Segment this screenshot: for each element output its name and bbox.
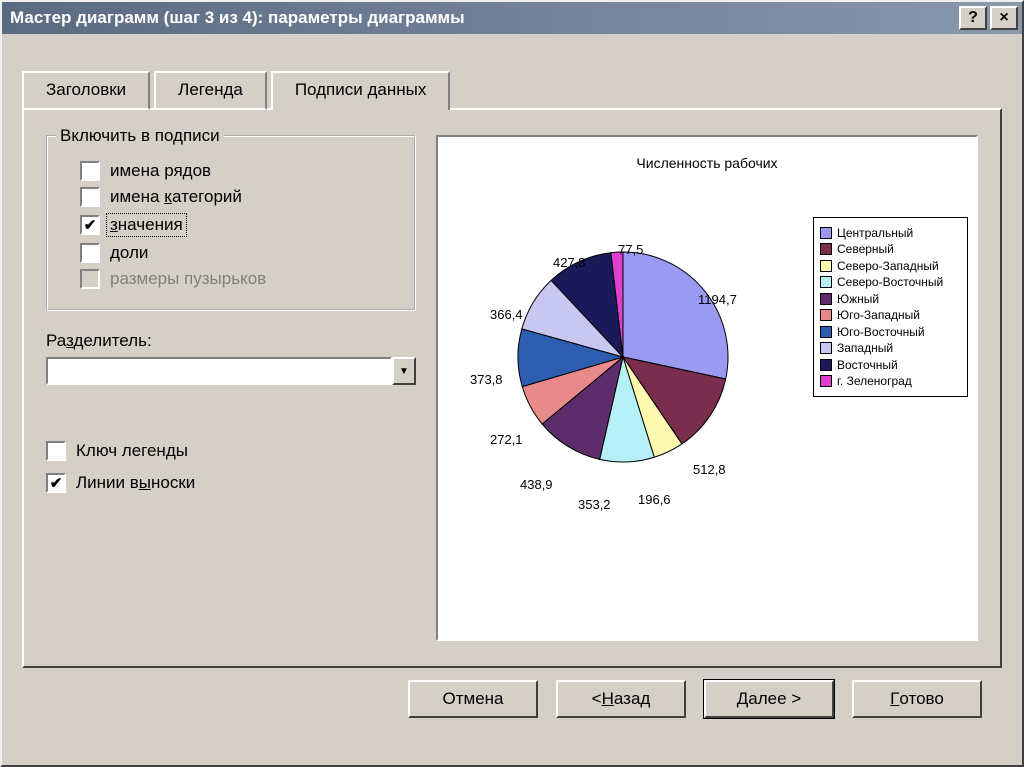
separator-label: Разделитель: bbox=[46, 331, 416, 351]
chk-value-row: ✔ значения bbox=[80, 213, 400, 237]
legend-label: Юго-Восточный bbox=[837, 325, 925, 339]
legend-swatch bbox=[820, 326, 832, 338]
data-label: 77,5 bbox=[618, 242, 643, 257]
data-label: 196,6 bbox=[638, 492, 671, 507]
legend-label: Северный bbox=[837, 242, 894, 256]
titlebar: Мастер диаграмм (шаг 3 из 4): параметры … bbox=[2, 2, 1022, 34]
chk-series-name-row: имена рядов bbox=[80, 161, 400, 181]
chk-series-name[interactable] bbox=[80, 161, 100, 181]
data-label: 438,9 bbox=[520, 477, 553, 492]
tabstrip: Заголовки Легенда Подписи данных bbox=[22, 69, 1002, 108]
chk-bubble-size bbox=[80, 269, 100, 289]
legend-item: Восточный bbox=[820, 358, 961, 372]
legend-label: Северо-Восточный bbox=[837, 275, 943, 289]
legend-label: Юго-Западный bbox=[837, 308, 920, 322]
data-label: 512,8 bbox=[693, 462, 726, 477]
close-button[interactable]: × bbox=[990, 6, 1018, 30]
legend-swatch bbox=[820, 309, 832, 321]
tab-data-labels[interactable]: Подписи данных bbox=[271, 71, 451, 110]
tab-titles[interactable]: Заголовки bbox=[22, 71, 150, 110]
dialog-window: Мастер диаграмм (шаг 3 из 4): параметры … bbox=[0, 0, 1024, 767]
data-label: 366,4 bbox=[490, 307, 523, 322]
separator-input[interactable] bbox=[46, 357, 392, 385]
legend-swatch bbox=[820, 243, 832, 255]
chk-leader-lines[interactable]: ✔ bbox=[46, 473, 66, 493]
chk-percentage-label: доли bbox=[110, 243, 148, 263]
chk-bubble-size-row: размеры пузырьков bbox=[80, 269, 400, 289]
legend-swatch bbox=[820, 227, 832, 239]
legend: Центральный Северный Северо-Западный Северо… bbox=[813, 217, 968, 397]
legend-item: Северный bbox=[820, 242, 961, 256]
legend-swatch bbox=[820, 359, 832, 371]
left-column: Включить в подписи имена рядов имена кат… bbox=[46, 135, 416, 641]
window-title: Мастер диаграмм (шаг 3 из 4): параметры … bbox=[10, 8, 956, 28]
next-button[interactable]: Далее > bbox=[704, 680, 834, 718]
chk-legend-key[interactable] bbox=[46, 441, 66, 461]
legend-swatch bbox=[820, 375, 832, 387]
legend-swatch bbox=[820, 260, 832, 272]
button-row: Отмена < Назад Далее > Готово bbox=[22, 668, 1002, 718]
legend-label: Южный bbox=[837, 292, 879, 306]
legend-label: Восточный bbox=[837, 358, 898, 372]
chk-legend-key-row: Ключ легенды bbox=[46, 441, 416, 461]
legend-item: Центральный bbox=[820, 226, 961, 240]
tab-legend[interactable]: Легенда bbox=[154, 71, 267, 110]
tabpanel: Включить в подписи имена рядов имена кат… bbox=[22, 108, 1002, 668]
dialog-body: Заголовки Легенда Подписи данных Включит… bbox=[2, 34, 1022, 765]
legend-item: Северо-Западный bbox=[820, 259, 961, 273]
chart-title: Численность рабочих bbox=[438, 155, 976, 171]
help-button[interactable]: ? bbox=[959, 6, 987, 30]
label-contains-group: Включить в подписи имена рядов имена кат… bbox=[46, 135, 416, 311]
legend-label: Западный bbox=[837, 341, 893, 355]
data-label: 373,8 bbox=[470, 372, 503, 387]
legend-item: Западный bbox=[820, 341, 961, 355]
chk-category-name-row: имена категорий bbox=[80, 187, 400, 207]
chk-series-name-label: имена рядов bbox=[110, 161, 211, 181]
legend-item: Южный bbox=[820, 292, 961, 306]
chart-preview: Численность рабочих 1194,7 512,8 196,6 3… bbox=[436, 135, 978, 641]
back-button[interactable]: < Назад bbox=[556, 680, 686, 718]
chk-percentage-row: доли bbox=[80, 243, 400, 263]
separator-dropdown-button[interactable]: ▼ bbox=[392, 357, 416, 385]
cancel-button[interactable]: Отмена bbox=[408, 680, 538, 718]
chk-value[interactable]: ✔ bbox=[80, 215, 100, 235]
group-caption: Включить в подписи bbox=[56, 126, 224, 146]
legend-item: Юго-Восточный bbox=[820, 325, 961, 339]
chk-value-label: значения bbox=[106, 213, 187, 237]
data-label: 1194,7 bbox=[698, 292, 737, 307]
legend-item: Северо-Восточный bbox=[820, 275, 961, 289]
finish-button[interactable]: Готово bbox=[852, 680, 982, 718]
pie-chart bbox=[508, 242, 738, 472]
legend-item: Юго-Западный bbox=[820, 308, 961, 322]
legend-label: г. Зеленоград bbox=[837, 374, 912, 388]
data-label: 353,2 bbox=[578, 497, 611, 512]
data-label: 427,8 bbox=[553, 255, 586, 270]
legend-swatch bbox=[820, 342, 832, 354]
separator-combo[interactable]: ▼ bbox=[46, 357, 416, 385]
legend-item: г. Зеленоград bbox=[820, 374, 961, 388]
legend-label: Северо-Западный bbox=[837, 259, 939, 273]
data-label: 272,1 bbox=[490, 432, 523, 447]
chk-percentage[interactable] bbox=[80, 243, 100, 263]
chk-category-name[interactable] bbox=[80, 187, 100, 207]
chk-leader-lines-label: Линии выноски bbox=[76, 473, 195, 493]
legend-swatch bbox=[820, 293, 832, 305]
chk-category-name-label: имена категорий bbox=[110, 187, 242, 207]
chk-bubble-size-label: размеры пузырьков bbox=[110, 269, 266, 289]
legend-label: Центральный bbox=[837, 226, 913, 240]
legend-swatch bbox=[820, 276, 832, 288]
chk-leader-lines-row: ✔ Линии выноски bbox=[46, 473, 416, 493]
chk-legend-key-label: Ключ легенды bbox=[76, 441, 188, 461]
